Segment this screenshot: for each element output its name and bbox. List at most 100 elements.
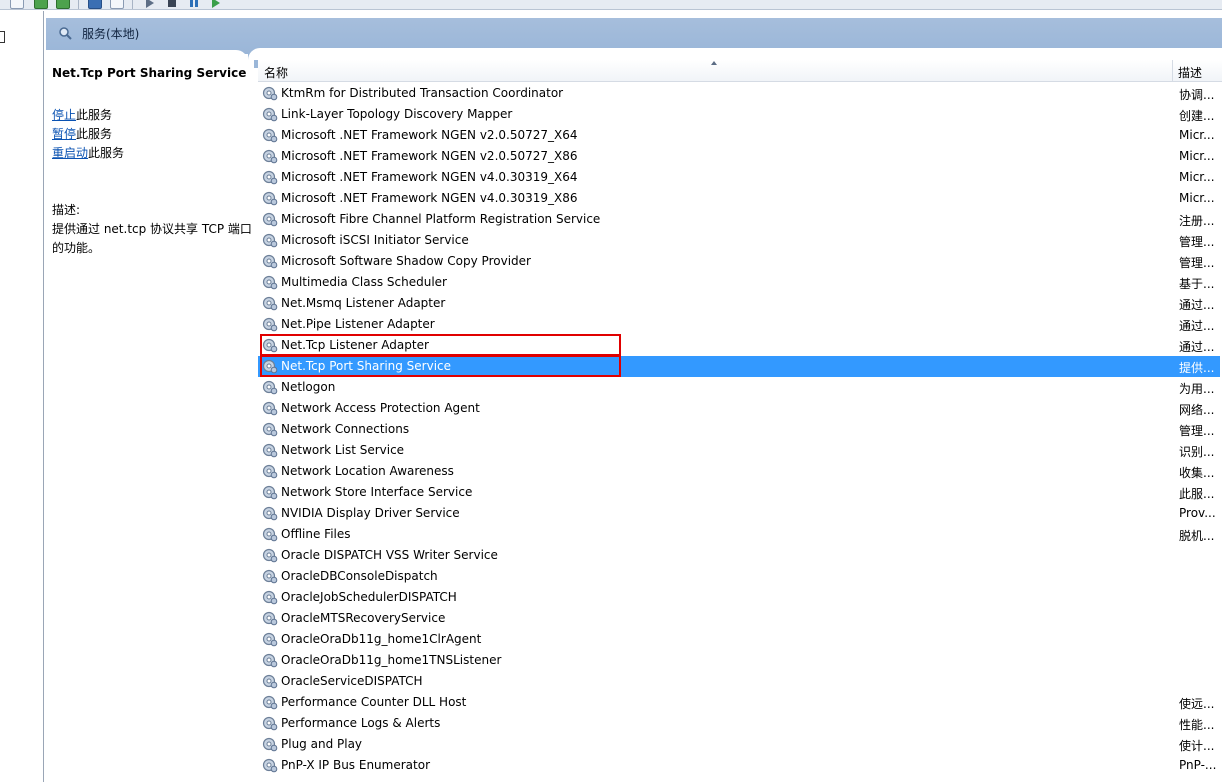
service-row[interactable]: NVIDIA Display Driver Service Prov... — [258, 503, 1220, 524]
column-header-row: 名称 描述 — [258, 60, 1222, 82]
service-name: Microsoft .NET Framework NGEN v2.0.50727… — [281, 128, 578, 142]
service-row[interactable]: Performance Logs & Alerts 性能... — [258, 713, 1220, 734]
service-row[interactable]: Oracle DISPATCH VSS Writer Service — [258, 545, 1220, 566]
service-description: Micr... — [1179, 170, 1215, 184]
service-row[interactable]: Microsoft Fibre Channel Platform Registr… — [258, 209, 1220, 230]
gear-icon — [262, 694, 278, 710]
service-name: Network Connections — [281, 422, 410, 436]
column-divider[interactable] — [1172, 60, 1173, 82]
service-description: 收集... — [1179, 466, 1215, 480]
help-toolbar-icon[interactable] — [88, 0, 102, 9]
selected-service-title: Net.Tcp Port Sharing Service — [52, 66, 247, 80]
pause-service-icon[interactable] — [190, 0, 198, 7]
properties-toolbar-icon[interactable] — [10, 0, 24, 9]
gear-icon — [262, 400, 278, 416]
restart-service-link[interactable]: 重启动 — [52, 146, 88, 160]
service-row[interactable]: Net.Tcp Port Sharing Service 提供... — [258, 356, 1220, 377]
service-description: 创建... — [1179, 109, 1215, 123]
service-actions: 停止此服务 暂停此服务 重启动此服务 — [52, 106, 124, 163]
service-row[interactable]: OracleJobSchedulerDISPATCH — [258, 587, 1220, 608]
service-description: Micr... — [1179, 149, 1215, 163]
export-toolbar-icon[interactable] — [56, 0, 70, 9]
service-row[interactable]: OracleServiceDISPATCH — [258, 671, 1220, 692]
service-row[interactable]: Network Store Interface Service 此服... — [258, 482, 1220, 503]
service-name: Network Store Interface Service — [281, 485, 473, 499]
service-row[interactable]: Microsoft Software Shadow Copy Provider 管… — [258, 251, 1220, 272]
service-name: Microsoft .NET Framework NGEN v2.0.50727… — [281, 149, 578, 163]
service-description: 使计... — [1179, 739, 1215, 753]
service-description: 注册... — [1179, 214, 1215, 228]
restart-service-icon[interactable] — [212, 0, 220, 8]
service-name: Netlogon — [281, 380, 336, 394]
gear-icon — [262, 463, 278, 479]
gear-icon — [262, 631, 278, 647]
service-name: OracleMTSRecoveryService — [281, 611, 446, 625]
gear-icon — [262, 547, 278, 563]
service-name: Net.Pipe Listener Adapter — [281, 317, 435, 331]
service-description-pane: Net.Tcp Port Sharing Service 停止此服务 暂停此服务… — [46, 60, 254, 782]
sort-ascending-icon — [711, 61, 717, 65]
column-header-name[interactable]: 名称 — [264, 64, 288, 81]
service-row[interactable]: Netlogon 为用... — [258, 377, 1220, 398]
console-tree-pane[interactable] — [0, 11, 44, 782]
gear-icon — [262, 274, 278, 290]
service-row[interactable]: Microsoft .NET Framework NGEN v4.0.30319… — [258, 167, 1220, 188]
service-name: Network Access Protection Agent — [281, 401, 480, 415]
service-name: OracleOraDb11g_home1TNSListener — [281, 653, 502, 667]
service-name: Microsoft Fibre Channel Platform Registr… — [281, 212, 601, 226]
service-row[interactable]: Net.Tcp Listener Adapter 通过... — [258, 335, 1220, 356]
service-row[interactable]: Offline Files 脱机... — [258, 524, 1220, 545]
service-row[interactable]: PnP-X IP Bus Enumerator PnP-... — [258, 755, 1220, 776]
service-row[interactable]: Microsoft .NET Framework NGEN v2.0.50727… — [258, 146, 1220, 167]
gear-icon — [262, 568, 278, 584]
service-row[interactable]: Network Connections 管理... — [258, 419, 1220, 440]
gear-icon — [262, 484, 278, 500]
refresh-toolbar-icon[interactable] — [34, 0, 48, 9]
gear-icon — [262, 190, 278, 206]
service-row[interactable]: OracleMTSRecoveryService — [258, 608, 1220, 629]
gear-icon — [262, 610, 278, 626]
services-list[interactable]: 名称 描述 KtmRm for Distributed Transaction … — [258, 60, 1222, 782]
service-description: 通过... — [1179, 340, 1215, 354]
service-name: Microsoft .NET Framework NGEN v4.0.30319… — [281, 170, 578, 184]
pause-service-link[interactable]: 暂停 — [52, 127, 76, 141]
service-description: 协调... — [1179, 88, 1215, 102]
service-description: 识别... — [1179, 445, 1215, 459]
stop-service-icon[interactable] — [168, 0, 176, 7]
service-row[interactable]: Multimedia Class Scheduler 基于... — [258, 272, 1220, 293]
stop-service-link[interactable]: 停止 — [52, 108, 76, 122]
service-row[interactable]: Network Access Protection Agent 网络... — [258, 398, 1220, 419]
service-row[interactable]: Network List Service 识别... — [258, 440, 1220, 461]
service-description: 此服... — [1179, 487, 1215, 501]
service-row[interactable]: Link-Layer Topology Discovery Mapper 创建..… — [258, 104, 1220, 125]
service-row[interactable]: OracleOraDb11g_home1TNSListener — [258, 650, 1220, 671]
service-row[interactable]: Performance Counter DLL Host 使远... — [258, 692, 1220, 713]
service-row[interactable]: KtmRm for Distributed Transaction Coordi… — [258, 83, 1220, 104]
service-row[interactable]: Microsoft iSCSI Initiator Service 管理... — [258, 230, 1220, 251]
gear-icon — [262, 85, 278, 101]
service-name: Net.Msmq Listener Adapter — [281, 296, 446, 310]
service-row[interactable]: Plug and Play 使计... — [258, 734, 1220, 755]
service-description: 性能... — [1179, 718, 1215, 732]
service-row[interactable]: Network Location Awareness 收集... — [258, 461, 1220, 482]
start-service-icon[interactable] — [146, 0, 154, 8]
service-name: OracleServiceDISPATCH — [281, 674, 423, 688]
toolbar-separator — [132, 0, 133, 9]
service-description: 脱机... — [1179, 529, 1215, 543]
service-row[interactable]: Net.Pipe Listener Adapter 通过... — [258, 314, 1220, 335]
gear-icon — [262, 232, 278, 248]
service-row[interactable]: OracleOraDb11g_home1ClrAgent — [258, 629, 1220, 650]
service-row[interactable]: OracleDBConsoleDispatch — [258, 566, 1220, 587]
service-name: Link-Layer Topology Discovery Mapper — [281, 107, 513, 121]
service-row[interactable]: Net.Msmq Listener Adapter 通过... — [258, 293, 1220, 314]
column-header-description[interactable]: 描述 — [1178, 64, 1202, 81]
restart-service-action: 重启动此服务 — [52, 144, 124, 163]
service-row[interactable]: Microsoft .NET Framework NGEN v4.0.30319… — [258, 188, 1220, 209]
service-name: PnP-X IP Bus Enumerator — [281, 758, 430, 772]
show-pane-toolbar-icon[interactable] — [110, 0, 124, 9]
description-text: 提供通过 net.tcp 协议共享 TCP 端口的功能。 — [52, 222, 252, 255]
service-row[interactable]: Microsoft .NET Framework NGEN v2.0.50727… — [258, 125, 1220, 146]
service-description: 通过... — [1179, 319, 1215, 333]
header-title: 服务(本地) — [82, 27, 140, 41]
tree-node-stub[interactable] — [0, 31, 5, 43]
